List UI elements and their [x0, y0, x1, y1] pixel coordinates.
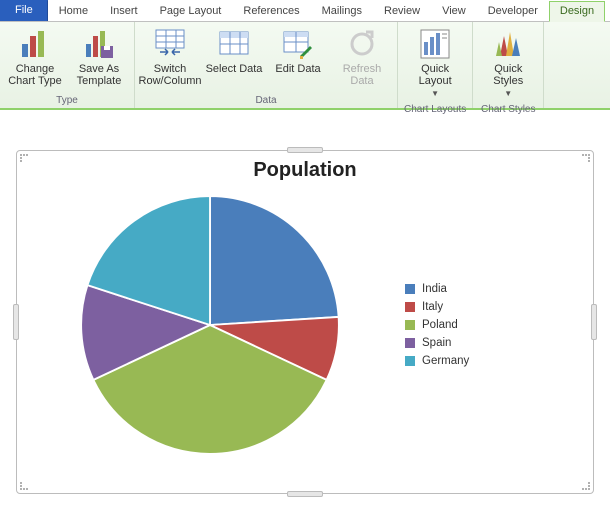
resize-handle-bottom[interactable] [287, 491, 323, 497]
edit-data-button[interactable]: Edit Data [269, 26, 327, 77]
switch-rc-icon [154, 28, 186, 60]
tab-view[interactable]: View [431, 1, 477, 22]
ribbon: Change Chart Type Save As Template Type … [0, 22, 610, 110]
change-chart-type-button[interactable]: Change Chart Type [6, 26, 64, 89]
group-label-chart-layouts: Chart Layouts [404, 104, 466, 115]
legend-item[interactable]: Italy [405, 301, 469, 313]
legend-swatch [405, 284, 415, 294]
group-type: Change Chart Type Save As Template Type [0, 22, 135, 108]
edit-data-icon [282, 28, 314, 60]
corner-handle[interactable] [19, 481, 29, 491]
label: Select Data [206, 63, 263, 75]
tab-review[interactable]: Review [373, 1, 431, 22]
legend-label: India [422, 283, 447, 295]
group-label-data: Data [255, 95, 276, 106]
label: Save As Template [70, 63, 128, 87]
label: Edit Data [275, 63, 320, 75]
resize-handle-left[interactable] [13, 304, 19, 340]
document-canvas: Population India Italy Poland Spain Germany [0, 110, 610, 504]
quick-styles-icon [492, 28, 524, 60]
label: Change Chart Type [6, 63, 64, 87]
tab-home[interactable]: Home [48, 1, 99, 22]
chevron-down-icon: ▼ [504, 88, 512, 100]
legend-label: Italy [422, 301, 443, 313]
select-data-icon [218, 28, 250, 60]
chart-object[interactable]: Population India Italy Poland Spain Germany [16, 150, 594, 494]
group-chart-layouts: Quick Layout ▼ Chart Layouts [398, 22, 473, 108]
refresh-data-button: Refresh Data [333, 26, 391, 89]
resize-handle-top[interactable] [287, 147, 323, 153]
label: Switch Row/Column [139, 63, 202, 87]
tab-file[interactable]: File [0, 0, 48, 21]
save-as-template-button[interactable]: Save As Template [70, 26, 128, 89]
pie-chart[interactable] [75, 190, 345, 460]
tab-developer[interactable]: Developer [477, 1, 549, 22]
label: Quick Styles [479, 63, 537, 87]
pie-slice[interactable] [210, 196, 339, 325]
chevron-down-icon: ▼ [431, 88, 439, 100]
legend-label: Spain [422, 337, 451, 349]
legend-item[interactable]: Poland [405, 319, 469, 331]
tab-insert[interactable]: Insert [99, 1, 149, 22]
quick-layout-icon [419, 28, 451, 60]
legend-item[interactable]: Germany [405, 355, 469, 367]
save-template-icon [83, 28, 115, 60]
group-label-chart-styles: Chart Styles [481, 104, 535, 115]
tab-design[interactable]: Design [549, 1, 605, 22]
chart-title[interactable]: Population [17, 159, 593, 182]
chart-legend[interactable]: India Italy Poland Spain Germany [405, 277, 469, 373]
group-chart-styles: Quick Styles ▼ Chart Styles [473, 22, 544, 108]
group-label-type: Type [56, 95, 78, 106]
legend-swatch [405, 302, 415, 312]
label: Quick Layout [406, 63, 464, 87]
label: Refresh Data [333, 63, 391, 87]
legend-swatch [405, 356, 415, 366]
tab-page-layout[interactable]: Page Layout [149, 1, 233, 22]
quick-styles-button[interactable]: Quick Styles ▼ [479, 26, 537, 102]
change-chart-icon [19, 28, 51, 60]
corner-handle[interactable] [581, 481, 591, 491]
group-data: Switch Row/Column Select Data Edit Data … [135, 22, 398, 108]
legend-label: Poland [422, 319, 458, 331]
legend-swatch [405, 338, 415, 348]
tab-mailings[interactable]: Mailings [311, 1, 373, 22]
switch-row-column-button[interactable]: Switch Row/Column [141, 26, 199, 89]
legend-label: Germany [422, 355, 469, 367]
refresh-data-icon [346, 28, 378, 60]
corner-handle[interactable] [581, 153, 591, 163]
chart-plot-area: India Italy Poland Spain Germany [17, 182, 593, 460]
corner-handle[interactable] [19, 153, 29, 163]
ribbon-tabs: File Home Insert Page Layout References … [0, 0, 610, 22]
tab-references[interactable]: References [232, 1, 310, 22]
legend-swatch [405, 320, 415, 330]
quick-layout-button[interactable]: Quick Layout ▼ [406, 26, 464, 102]
select-data-button[interactable]: Select Data [205, 26, 263, 77]
legend-item[interactable]: Spain [405, 337, 469, 349]
resize-handle-right[interactable] [591, 304, 597, 340]
legend-item[interactable]: India [405, 283, 469, 295]
